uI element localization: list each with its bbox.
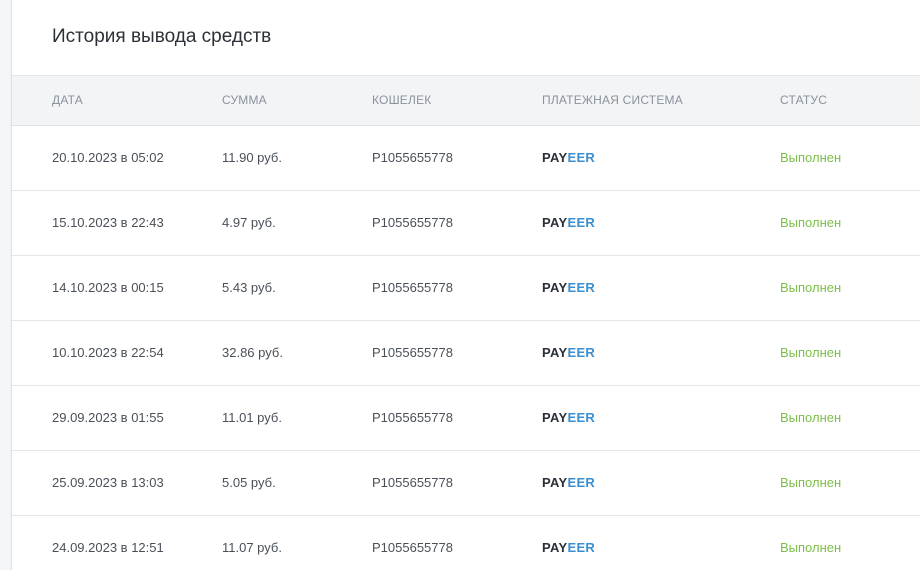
cell-date: 10.10.2023 в 22:54 [52, 345, 164, 360]
cell-date: 24.09.2023 в 12:51 [52, 540, 164, 555]
status-badge: Выполнен [780, 475, 842, 490]
cell-sum: 11.01 руб. [222, 410, 282, 425]
cell-wallet: P1055655778 [372, 280, 453, 295]
payeer-logo: PAYEER [542, 410, 596, 425]
table-row: 20.10.2023 в 05:02 11.90 руб. P105565577… [12, 126, 920, 191]
column-header-wallet: КОШЕЛЕК [372, 93, 432, 107]
payeer-logo: PAYEER [542, 475, 596, 490]
payeer-logo: PAYEER [542, 280, 596, 295]
status-badge: Выполнен [780, 410, 842, 425]
table-row: 14.10.2023 в 00:15 5.43 руб. P1055655778… [12, 256, 920, 321]
page-title: История вывода средств [52, 26, 272, 47]
table-row: 10.10.2023 в 22:54 32.86 руб. P105565577… [12, 321, 920, 386]
cell-wallet: P1055655778 [372, 215, 453, 230]
cell-date: 25.09.2023 в 13:03 [52, 475, 164, 490]
cell-wallet: P1055655778 [372, 150, 453, 165]
cell-sum: 32.86 руб. [222, 345, 283, 360]
withdrawal-history-card: История вывода средств ДАТА СУММА КОШЕЛЕ… [11, 0, 920, 570]
column-header-payment-system: ПЛАТЕЖНАЯ СИСТЕМА [542, 93, 683, 107]
payeer-logo: PAYEER [542, 540, 596, 555]
payeer-logo: PAYEER [542, 215, 596, 230]
table-row: 29.09.2023 в 01:55 11.01 руб. P105565577… [12, 386, 920, 451]
cell-wallet: P1055655778 [372, 410, 453, 425]
status-badge: Выполнен [780, 150, 842, 165]
status-badge: Выполнен [780, 280, 842, 295]
cell-date: 29.09.2023 в 01:55 [52, 410, 164, 425]
status-badge: Выполнен [780, 540, 842, 555]
cell-sum: 5.05 руб. [222, 475, 276, 490]
cell-date: 14.10.2023 в 00:15 [52, 280, 164, 295]
cell-sum: 4.97 руб. [222, 215, 276, 230]
cell-wallet: P1055655778 [372, 540, 453, 555]
column-header-date: ДАТА [52, 93, 83, 107]
cell-date: 20.10.2023 в 05:02 [52, 150, 164, 165]
table-row: 25.09.2023 в 13:03 5.05 руб. P1055655778… [12, 451, 920, 516]
column-header-status: СТАТУС [780, 93, 828, 107]
payeer-logo: PAYEER [542, 150, 596, 165]
cell-sum: 11.07 руб. [222, 540, 282, 555]
cell-wallet: P1055655778 [372, 475, 453, 490]
table-row: 15.10.2023 в 22:43 4.97 руб. P1055655778… [12, 191, 920, 256]
status-badge: Выполнен [780, 345, 842, 360]
cell-wallet: P1055655778 [372, 345, 453, 360]
table-row: 24.09.2023 в 12:51 11.07 руб. P105565577… [12, 516, 920, 570]
cell-sum: 5.43 руб. [222, 280, 276, 295]
column-header-sum: СУММА [222, 93, 267, 107]
table-body: 20.10.2023 в 05:02 11.90 руб. P105565577… [12, 126, 920, 570]
payeer-logo: PAYEER [542, 345, 596, 360]
cell-date: 15.10.2023 в 22:43 [52, 215, 164, 230]
table-header: ДАТА СУММА КОШЕЛЕК ПЛАТЕЖНАЯ СИСТЕМА СТА… [12, 75, 920, 126]
status-badge: Выполнен [780, 215, 842, 230]
cell-sum: 11.90 руб. [222, 150, 282, 165]
